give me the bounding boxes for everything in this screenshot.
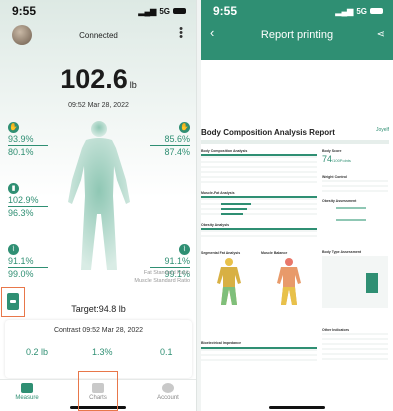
- metric-fat-ratio: 91.1%: [8, 256, 48, 268]
- section-segmental: Segmental Fat Analysis: [201, 251, 241, 255]
- weight-bar: [221, 203, 251, 205]
- metric-fat-ratio: 91.1%: [150, 256, 190, 268]
- signal-label: 5G: [159, 6, 170, 16]
- section-obesity-assessment: Obesity Assessment: [322, 199, 357, 203]
- metric-right-arm[interactable]: ✋ 85.6% 87.4%: [150, 122, 190, 157]
- signal-label: 5G: [356, 6, 367, 16]
- metric-muscle-ratio: 80.1%: [8, 147, 34, 157]
- arm-icon: ✋: [8, 122, 19, 133]
- muscle-bar: [221, 208, 247, 210]
- status-time: 9:55: [12, 4, 37, 18]
- metric-muscle-ratio: 87.4%: [164, 147, 190, 157]
- signal-icon: ▂▄▆: [335, 6, 354, 16]
- impedance-table: [201, 347, 317, 361]
- weight-number: 102.6: [60, 64, 128, 94]
- signal-icon: ▂▄▆: [138, 6, 157, 16]
- nav-measure-label: Measure: [15, 395, 39, 401]
- score-unit: /100Points: [332, 158, 351, 163]
- weight-value: 102.6 lb: [0, 64, 196, 95]
- more-options-icon[interactable]: • • •: [178, 24, 184, 43]
- connection-status: Connected: [79, 31, 118, 40]
- weight-control-table: [322, 180, 388, 194]
- report-document: Body Composition Analysis Report Joyelf …: [201, 115, 393, 385]
- highlight-box: [78, 371, 118, 411]
- segmental-fat-figure: [217, 258, 241, 305]
- body-type-marker: [366, 273, 378, 293]
- obesity-table: [201, 228, 317, 240]
- metric-muscle-ratio: 99.0%: [8, 269, 34, 279]
- weight-unit: lb: [129, 80, 137, 90]
- bmi-bar: [336, 207, 366, 209]
- metric-fat-ratio: 85.6%: [150, 134, 190, 146]
- battery-icon: [173, 8, 186, 14]
- target-weight: Target:94.8 lb: [71, 304, 126, 314]
- measure-datetime: 09:52 Mar 28, 2022: [68, 102, 129, 109]
- status-right: ▂▄▆ 5G: [138, 4, 186, 18]
- score-value: 74: [322, 154, 333, 164]
- user-info-bar: [201, 140, 389, 144]
- metric-left-leg[interactable]: ⌇ 91.1% 99.0%: [8, 244, 48, 279]
- section-score: Body Score: [322, 149, 342, 153]
- body-silhouette: [68, 121, 130, 270]
- status-bar: 9:55 ▂▄▆ 5G: [12, 4, 186, 18]
- composition-table: [201, 154, 317, 186]
- status-bar: 9:55 ▂▄▆ 5G: [213, 4, 383, 18]
- arm-icon: ✋: [179, 122, 190, 133]
- metric-fat-ratio: 102.9%: [8, 195, 48, 207]
- body-fat-bar: [336, 219, 366, 221]
- metric-muscle-ratio: 96.3%: [8, 208, 34, 218]
- section-muscle-fat: Muscle-Fat Analysis: [201, 191, 235, 195]
- share-icon[interactable]: ⋖: [377, 29, 385, 40]
- legend-muscle: Muscle Standard Ratio: [134, 278, 190, 284]
- legend-fat: Fat Standard Ratio: [143, 270, 190, 276]
- muscle-balance-figure: [277, 258, 301, 305]
- metric-left-arm[interactable]: ✋ 93.9% 80.1%: [8, 122, 48, 157]
- leg-icon: ⌇: [179, 244, 190, 255]
- page-title: Report printing: [260, 29, 334, 41]
- contrast-weight: 0.2 lb: [26, 347, 49, 357]
- body-score: 74/100Points: [322, 154, 351, 164]
- nav-account[interactable]: Account: [143, 383, 193, 401]
- contrast-title: Contrast 09:52 Mar 28, 2022: [53, 327, 144, 334]
- section-composition: Body Composition Analysis: [201, 149, 248, 153]
- battery-icon: [370, 8, 383, 14]
- brand-logo: Joyelf: [375, 127, 389, 133]
- metric-fat-ratio: 93.9%: [8, 134, 48, 146]
- account-icon: [162, 383, 174, 393]
- nav-account-label: Account: [157, 395, 179, 401]
- trunk-icon: ▮: [8, 183, 19, 194]
- home-indicator: [269, 406, 325, 409]
- section-weight-control: Weight Control: [322, 175, 348, 179]
- nav-measure[interactable]: Measure: [2, 383, 52, 401]
- leg-icon: ⌇: [8, 244, 19, 255]
- report-title: Body Composition Analysis Report: [201, 128, 335, 137]
- body-type-grid: [322, 256, 388, 308]
- muscle-fat-table: [201, 196, 317, 218]
- section-body-type: Body Type Assessment: [322, 250, 362, 254]
- metric-trunk[interactable]: ▮ 102.9% 96.3%: [8, 183, 48, 218]
- report-header: 9:55 ▂▄▆ 5G ‹ Report printing ⋖: [201, 0, 393, 60]
- contrast-other: 0.1: [160, 347, 173, 357]
- contrast-card[interactable]: Contrast 09:52 Mar 28, 2022 0.2 lb 1.3% …: [5, 320, 192, 378]
- ratio-legend: Fat Standard Ratio Muscle Standard Ratio: [134, 269, 190, 285]
- home-icon: [21, 383, 33, 393]
- report-screen: 9:55 ▂▄▆ 5G ‹ Report printing ⋖ Body Com…: [201, 0, 393, 411]
- contrast-fat: 1.3%: [92, 347, 113, 357]
- status-right: ▂▄▆ 5G: [335, 4, 383, 18]
- other-indicators-table: [322, 333, 388, 363]
- status-time: 9:55: [213, 4, 238, 18]
- section-balance: Muscle Balance: [261, 251, 288, 255]
- section-other: Other Indicators: [322, 328, 350, 332]
- measure-screen: 9:55 ▂▄▆ 5G Connected • • • 102.6 lb 09:52 …: [0, 0, 197, 411]
- fat-bar: [221, 213, 243, 215]
- section-obesity: Obesity Analysis: [201, 223, 230, 227]
- section-impedance: Bioelectrical Impedance: [201, 341, 242, 345]
